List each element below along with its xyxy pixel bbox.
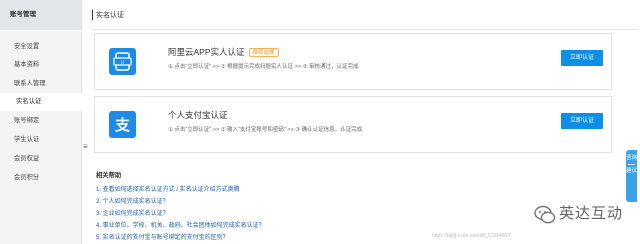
watermark-text: 英达互动: [559, 205, 624, 222]
sidebar: 账号管理 安全设置 基本资料 联系人管理 实名认证 账号绑定 学生认证 会员权益…: [0, 0, 82, 244]
help-link[interactable]: 4. 事业单位、学校、机关、政府、社会团体如何完成实名认证？: [96, 220, 265, 229]
aliyun-app-icon: [-]: [109, 48, 136, 75]
sidebar-toggle-icon[interactable]: ≡: [83, 142, 90, 151]
sidebar-item-security[interactable]: 安全设置: [0, 38, 82, 56]
card-title: 个人支付宝认证: [168, 110, 228, 120]
sidebar-header: 账号管理: [0, 0, 82, 30]
help-link[interactable]: 2. 个人如何完成实名认证？: [96, 196, 169, 205]
sidebar-item-member-rights[interactable]: 会员权益: [0, 150, 82, 168]
float-tab-consult[interactable]: 咨询: [626, 154, 637, 162]
help-link[interactable]: 3. 企业如何完成实名认证？: [96, 208, 169, 217]
verify-now-button[interactable]: 立即认证: [561, 113, 603, 129]
card-steps: ① 点击“立即认证” >> ② 根据提示完成扫脸实人认证 >> ③ 审核通过，认…: [168, 64, 359, 70]
sidebar-item-student[interactable]: 学生认证: [0, 131, 82, 149]
card-aliyun-app: [-] 阿里云APP实人认证 推荐选择 ① 点击“立即认证” >> ② 根据提示完…: [94, 33, 612, 90]
alipay-icon: 支: [109, 111, 136, 138]
sidebar-item-contacts[interactable]: 联系人管理: [0, 75, 82, 93]
title-divider: [92, 29, 638, 30]
watermark: 英达互动: [531, 202, 636, 228]
wechat-icon: [534, 205, 556, 224]
recommend-badge: 推荐选择: [248, 48, 279, 57]
float-tab-suggest[interactable]: 建议: [626, 167, 637, 175]
card-alipay: 支 个人支付宝认证 ① 点击“立即认证” >> ② 输入“支付宝账号和密码” >…: [94, 96, 612, 153]
svg-text:[-]: [-]: [121, 60, 124, 64]
sidebar-item-member-points[interactable]: 会员积分: [0, 169, 82, 187]
card-title-text: 阿里云APP实人认证: [168, 47, 245, 57]
help-link[interactable]: 1. 查看如何选择实名认证方式 / 实名认证介绍方式奥腾: [96, 184, 240, 193]
help-link[interactable]: 5. 实名认证的支付宝与账号绑定的支付宝的区别？: [96, 232, 229, 241]
sidebar-item-account-binding[interactable]: 账号绑定: [0, 112, 82, 130]
help-title: 相关帮助: [96, 172, 122, 179]
watermark-url: https://blog.csdn.net/m0_51914809: [432, 233, 511, 239]
feedback-float-tab[interactable]: 咨询 建议: [626, 150, 637, 202]
card-steps: ① 点击“立即认证” >> ② 输入“支付宝账号和密码” >> ③ 确认认证信息…: [168, 127, 363, 133]
card-title: 阿里云APP实人认证 推荐选择: [168, 46, 279, 58]
verify-now-button[interactable]: 立即认证: [561, 50, 603, 66]
sidebar-item-basic-info[interactable]: 基本资料: [0, 56, 82, 74]
float-tab-divider: [628, 164, 635, 165]
svg-text:支: 支: [114, 116, 131, 134]
page-title: 实名认证: [96, 12, 124, 19]
title-bar-divider: [92, 10, 93, 20]
sidebar-item-real-name[interactable]: 实名认证: [0, 93, 82, 111]
